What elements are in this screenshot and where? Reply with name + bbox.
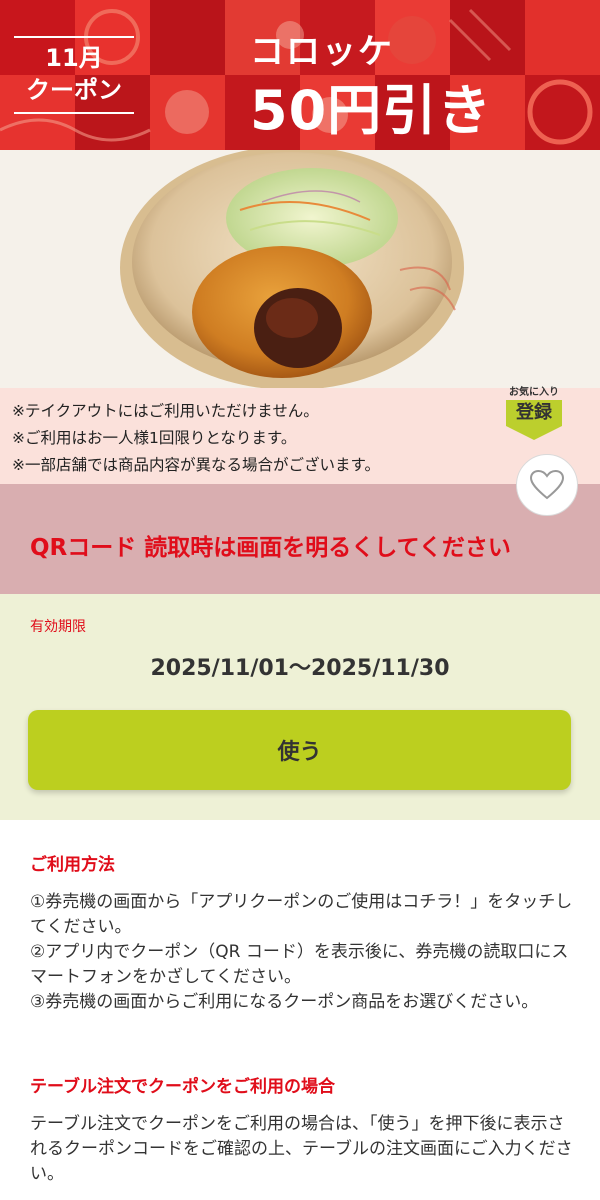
favorite-arrow — [506, 426, 562, 440]
favorite-main-label: 登録 — [506, 400, 562, 426]
qr-notice-text: QRコード 読取時は画面を明るくしてください — [30, 535, 511, 561]
validity-label: 有効期限 — [30, 619, 86, 635]
coupon-label: クーポン — [26, 76, 122, 104]
coupon-banner: 11月 クーポン コロッケ 50円引き — [0, 0, 600, 150]
product-photo — [0, 150, 600, 388]
instruction-step: ②アプリ内でクーポン（QR コード）を表示後に、券売機の読取口にスマートフォンを… — [30, 942, 569, 987]
validity-section: 有効期限 2025/11/01〜2025/11/30 使う — [0, 594, 600, 820]
instructions-steps: ①券売機の画面から「アプリクーポンのご使用はコチラ！」をタッチしてください。 ②… — [30, 890, 575, 1015]
use-button[interactable]: 使う — [28, 710, 571, 790]
heart-icon — [530, 470, 564, 500]
product-name: コロッケ — [250, 32, 394, 72]
favorite-top-label: お気に入り — [509, 387, 559, 398]
instruction-step: ③券売機の画面からご利用になるクーポン商品をお選びください。 — [30, 992, 539, 1012]
favorite-button[interactable] — [516, 454, 578, 516]
validity-dates: 2025/11/01〜2025/11/30 — [150, 656, 450, 681]
note-item: ※一部店舗では商品内容が異なる場合がございます。 — [12, 456, 380, 474]
favorite-register-badge[interactable]: お気に入り 登録 — [502, 386, 566, 442]
instructions-title: ご利用方法 — [30, 855, 115, 875]
croquette-image — [0, 150, 600, 388]
table-order-title: テーブル注文でクーポンをご利用の場合 — [30, 1077, 335, 1097]
month-label: 11月 — [45, 44, 103, 72]
month-badge: 11月 クーポン — [14, 36, 134, 114]
instruction-step: ①券売機の画面から「アプリクーポンのご使用はコチラ！」をタッチしてください。 — [30, 892, 573, 937]
discount-amount: 50円引き — [250, 79, 493, 142]
qr-notice-bar: QRコード 読取時は画面を明るくしてください — [0, 484, 600, 594]
table-order-text: テーブル注文でクーポンをご利用の場合は、「使う」を押下後に表示されるクーポンコー… — [30, 1114, 573, 1184]
